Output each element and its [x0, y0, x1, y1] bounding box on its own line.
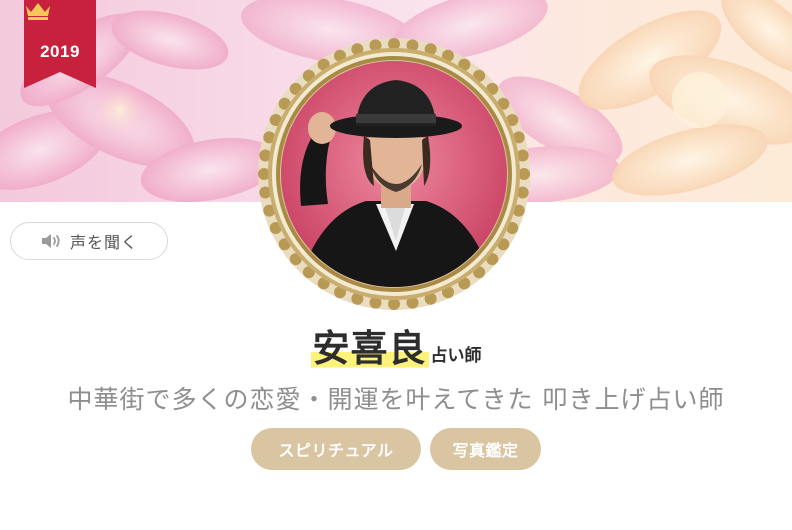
avatar	[256, 36, 532, 312]
year-ribbon-badge: 2019	[24, 0, 96, 88]
tag-photo-reading[interactable]: 写真鑑定	[430, 428, 541, 470]
fortune-teller-name: 安喜良 占い師	[310, 318, 482, 372]
ribbon-year: 2019	[40, 42, 80, 61]
name-row: 安喜良 占い師	[0, 318, 792, 372]
tag-spiritual[interactable]: スピリチュアル	[251, 428, 421, 470]
catchphrase: 中華街で多くの恋愛・開運を叶えてきた 叩き上げ占い師	[67, 385, 725, 414]
name-text: 安喜良	[310, 327, 429, 370]
crown-icon	[26, 3, 50, 20]
speaker-icon	[41, 234, 60, 248]
profile-header: 2019 声を聞く 安喜良 占い師 中華街で多くの恋愛・開運を叶えてきた 叩き上…	[0, 0, 792, 530]
role-label: 占い師	[430, 346, 482, 366]
tag-list: スピリチュアル 写真鑑定	[0, 428, 792, 470]
listen-voice-label: 声を聞く	[69, 233, 138, 252]
avatar-frame	[258, 38, 530, 310]
listen-voice-button[interactable]: 声を聞く	[10, 222, 168, 260]
